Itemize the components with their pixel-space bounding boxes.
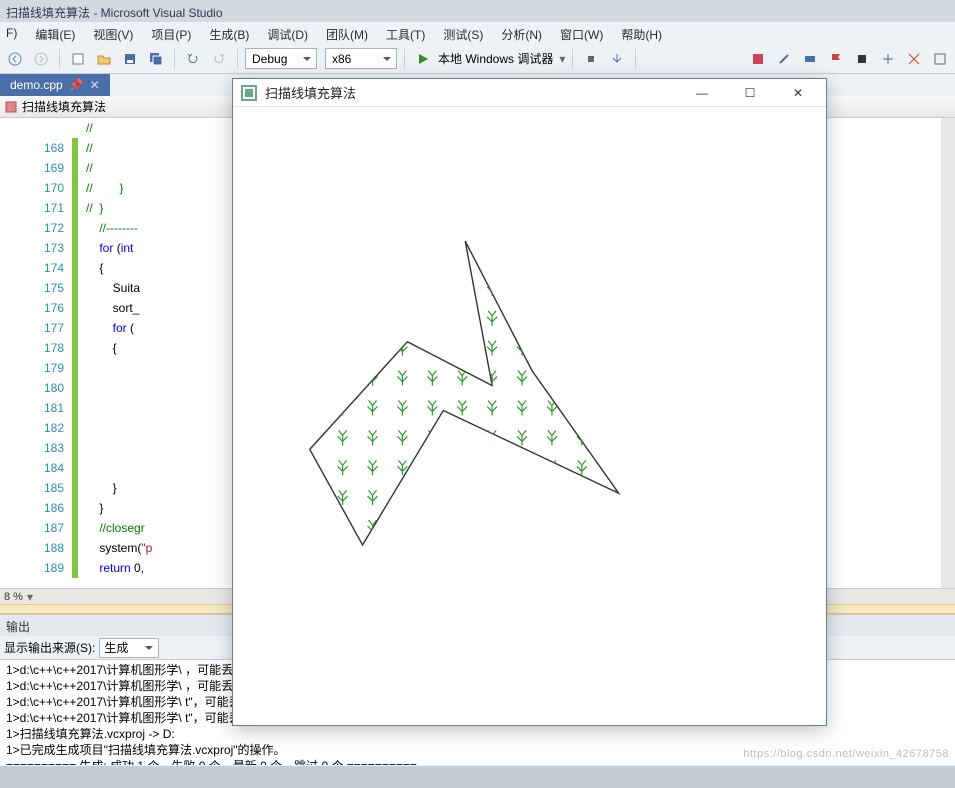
menu-bar: F) 编辑(E) 视图(V) 项目(P) 生成(B) 调试(D) 团队(M) 工… [0, 22, 955, 44]
menu-debug[interactable]: 调试(D) [267, 26, 308, 40]
menu-test[interactable]: 测试(S) [443, 26, 483, 40]
tb-misc5-icon[interactable] [851, 48, 873, 70]
menu-build[interactable]: 生成(B) [209, 26, 249, 40]
config-combo[interactable]: Debug [245, 48, 317, 69]
watermark: https://blog.csdn.net/weixin_42678758 [743, 748, 949, 760]
fill-pattern [308, 251, 617, 535]
app-window[interactable]: 扫描线填充算法 — ☐ ✕ [232, 78, 827, 726]
save-all-icon[interactable] [145, 48, 167, 70]
maximize-button[interactable]: ☐ [730, 79, 770, 107]
polygon-shape [310, 241, 619, 545]
platform-combo[interactable]: x86 [325, 48, 397, 69]
output-src-combo[interactable]: 生成 [99, 638, 159, 658]
toolbar: Debug x86 本地 Windows 调试器 ▾ [0, 44, 955, 74]
menu-tools[interactable]: 工具(T) [386, 26, 425, 40]
tb-misc1-icon[interactable] [747, 48, 769, 70]
menu-help[interactable]: 帮助(H) [621, 26, 662, 40]
menu-edit[interactable]: 编辑(E) [35, 26, 75, 40]
tb-misc8-icon[interactable] [929, 48, 951, 70]
run-label[interactable]: 本地 Windows 调试器 [438, 50, 553, 67]
app-canvas [233, 107, 826, 726]
nav-back-icon[interactable] [4, 48, 26, 70]
app-titlebar[interactable]: 扫描线填充算法 — ☐ ✕ [233, 79, 826, 107]
menu-window[interactable]: 窗口(W) [560, 26, 603, 40]
zoom-level[interactable]: 8 % [4, 591, 23, 603]
menu-view[interactable]: 视图(V) [93, 26, 133, 40]
step-into-icon[interactable] [606, 48, 628, 70]
close-icon[interactable]: ✕ [90, 78, 100, 92]
tb-misc2-icon[interactable] [773, 48, 795, 70]
app-icon [241, 85, 257, 101]
save-icon[interactable] [119, 48, 141, 70]
tb-misc3-icon[interactable] [799, 48, 821, 70]
pin-icon[interactable]: 📌 [69, 78, 84, 92]
run-icon[interactable] [412, 48, 434, 70]
tb-misc7-icon[interactable] [903, 48, 925, 70]
scope-icon [4, 100, 18, 114]
step-over-icon[interactable] [580, 48, 602, 70]
open-icon[interactable] [93, 48, 115, 70]
line-gutter: 1681691701711721731741751761771781791801… [0, 118, 72, 588]
app-title: 扫描线填充算法 [265, 83, 674, 102]
menu-analyze[interactable]: 分析(N) [501, 26, 542, 40]
menu-team[interactable]: 团队(M) [326, 26, 368, 40]
window-title: 扫描线填充算法 - Microsoft Visual Studio [0, 0, 955, 22]
tb-flag-icon[interactable] [825, 48, 847, 70]
redo-icon[interactable] [208, 48, 230, 70]
status-bar [0, 766, 955, 788]
tab-label: demo.cpp [10, 78, 63, 92]
output-src-label: 显示输出来源(S): [4, 639, 95, 656]
close-button[interactable]: ✕ [778, 79, 818, 107]
scope-label[interactable]: 扫描线填充算法 [22, 98, 106, 115]
menu-project[interactable]: 项目(P) [151, 26, 191, 40]
minimize-button[interactable]: — [682, 79, 722, 107]
nav-fwd-icon[interactable] [30, 48, 52, 70]
undo-icon[interactable] [182, 48, 204, 70]
menu-file[interactable]: F) [6, 26, 17, 40]
tab-demo-cpp[interactable]: demo.cpp 📌 ✕ [0, 74, 110, 96]
new-file-icon[interactable] [67, 48, 89, 70]
tb-misc6-icon[interactable] [877, 48, 899, 70]
